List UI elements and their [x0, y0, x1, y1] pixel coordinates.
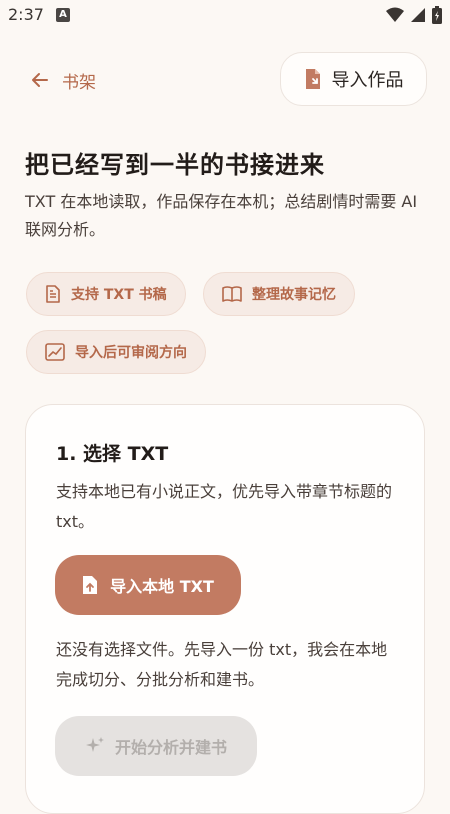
- card-description: 支持本地已有小说正文，优先导入带章节标题的 txt。: [56, 482, 393, 531]
- feature-chip-memory: 整理故事记忆: [203, 272, 355, 316]
- top-bar: 书架 导入作品: [0, 52, 450, 108]
- review-icon: [45, 343, 65, 361]
- import-local-txt-button[interactable]: 导入本地 TXT: [55, 555, 241, 615]
- status-icons: [386, 6, 442, 24]
- start-analysis-button[interactable]: 开始分析并建书: [55, 716, 257, 776]
- app-notification-icon: A: [56, 8, 70, 22]
- chip-label: 导入后可审阅方向: [75, 345, 187, 361]
- feature-chip-txt: 支持 TXT 书稿: [26, 272, 186, 316]
- arrow-left-icon: [32, 73, 48, 87]
- file-import-icon: [305, 69, 320, 89]
- status-bar: 2:37 A: [0, 0, 450, 32]
- chip-label: 支持 TXT 书稿: [71, 287, 167, 303]
- page-title: 把已经写到一半的书接进来: [25, 151, 325, 179]
- start-analysis-label: 开始分析并建书: [114, 738, 227, 757]
- upload-file-icon: [83, 576, 98, 594]
- card-title: 1. 选择 TXT: [56, 443, 169, 465]
- import-work-button[interactable]: 导入作品: [280, 52, 427, 106]
- file-status-text: 还没有选择文件。先导入一份 txt，我会在本地完成切分、分批分析和建书。: [56, 640, 388, 689]
- chip-label: 整理故事记忆: [252, 287, 336, 303]
- page-description: TXT 在本地读取，作品保存在本机；总结剧情时需要 AI 联网分析。: [25, 192, 418, 239]
- cell-signal-icon: [411, 8, 425, 22]
- select-txt-card: 1. 选择 TXT 支持本地已有小说正文，优先导入带章节标题的 txt。 导入本…: [25, 404, 425, 814]
- battery-icon: [432, 6, 442, 24]
- back-label: 书架: [62, 72, 96, 93]
- feature-chip-review: 导入后可审阅方向: [26, 330, 206, 374]
- import-local-txt-label: 导入本地 TXT: [110, 577, 214, 596]
- back-button[interactable]: 书架: [30, 60, 96, 100]
- document-icon: [46, 285, 60, 303]
- import-work-label: 导入作品: [331, 70, 404, 91]
- status-time: 2:37: [8, 5, 44, 24]
- book-icon: [222, 286, 242, 302]
- sparkle-icon: [85, 737, 104, 752]
- wifi-icon: [386, 7, 404, 22]
